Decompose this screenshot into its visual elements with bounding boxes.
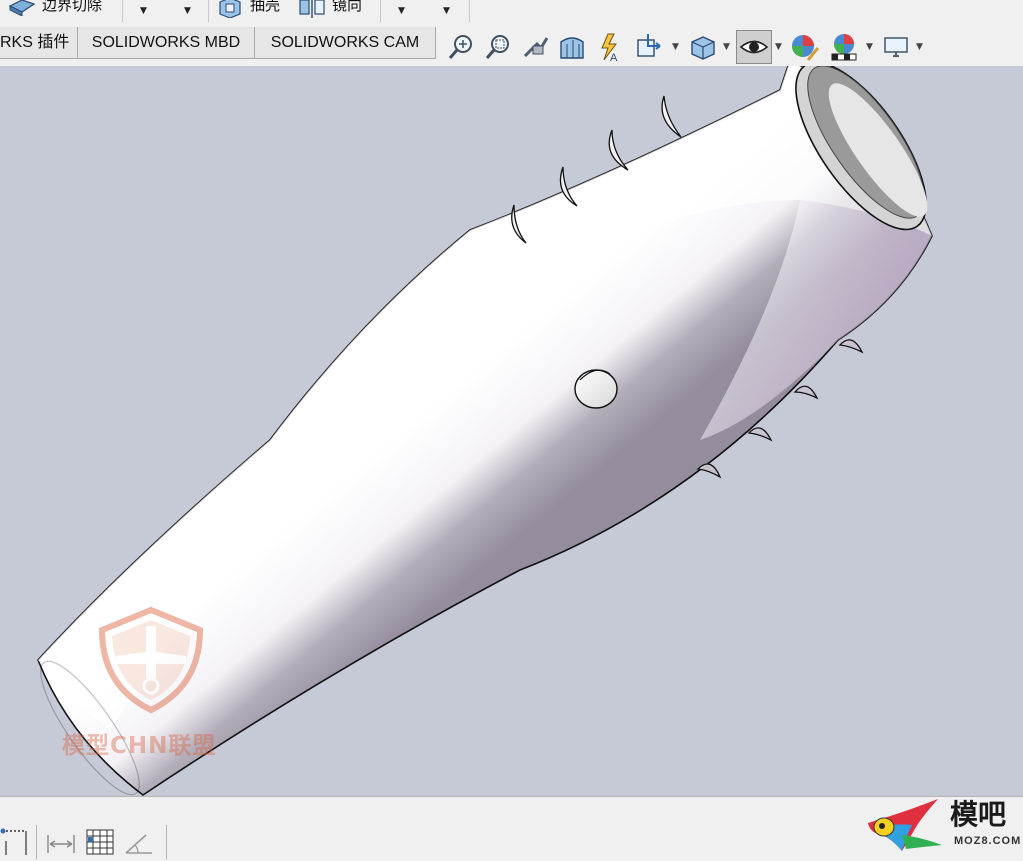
toolbar-separator xyxy=(36,825,37,859)
section-view-icon[interactable] xyxy=(557,32,587,62)
chevron-down-icon[interactable]: ▼ xyxy=(866,42,873,52)
toolbar-separator xyxy=(208,0,209,22)
dynamic-annotation-icon[interactable]: A xyxy=(594,32,624,64)
sketch-line-icon[interactable] xyxy=(0,827,30,857)
status-bar: 模吧 MOZ8.COM xyxy=(0,796,1023,861)
edit-appearance-icon[interactable] xyxy=(790,32,820,62)
toolbar-separator xyxy=(122,0,123,22)
watermark-text: 模型CHN联盟 xyxy=(62,733,217,759)
hide-show-items-icon[interactable] xyxy=(736,30,772,64)
view-orientation-icon[interactable] xyxy=(634,32,664,62)
chevron-down-icon[interactable]: ▼ xyxy=(140,6,147,16)
chevron-down-icon[interactable]: ▼ xyxy=(723,42,730,52)
logo-text: 模吧 xyxy=(950,798,1007,831)
grid-icon[interactable] xyxy=(86,829,114,855)
chevron-down-icon[interactable]: ▼ xyxy=(184,6,191,16)
angle-icon[interactable] xyxy=(124,831,154,855)
feature-toolbar-row: 边界切除 ▼ ▼ 抽壳 镜向 ▼ ▼ xyxy=(0,0,470,24)
bird-logo-icon xyxy=(868,799,942,851)
display-style-icon[interactable] xyxy=(688,32,718,62)
shell-label: 抽壳 xyxy=(250,0,281,14)
chevron-down-icon[interactable]: ▼ xyxy=(775,42,782,52)
chevron-down-icon[interactable]: ▼ xyxy=(398,6,405,16)
chevron-down-icon[interactable]: ▼ xyxy=(443,6,450,16)
watermark-shield-logo xyxy=(96,606,206,716)
smart-dimension-icon[interactable] xyxy=(46,833,76,855)
command-manager-toolbar: 边界切除 ▼ ▼ 抽壳 镜向 ▼ ▼ RKS 插件 SOLIDWORKS MBD xyxy=(0,0,1023,66)
tab-solidworks-cam[interactable]: SOLIDWORKS CAM xyxy=(255,27,436,59)
tab-solidworks-mbd[interactable]: SOLIDWORKS MBD xyxy=(78,27,255,59)
zoom-to-area-icon[interactable] xyxy=(483,32,513,62)
mirror-icon xyxy=(298,0,326,22)
svg-text:A: A xyxy=(610,52,618,62)
shell-button[interactable]: 抽壳 xyxy=(214,0,288,20)
toolbar-separator xyxy=(166,825,167,859)
boundary-cut-icon xyxy=(8,0,36,20)
tab-solidworks-addins[interactable]: RKS 插件 xyxy=(0,27,78,59)
previous-view-icon[interactable] xyxy=(521,32,551,62)
mounting-hole xyxy=(574,369,618,409)
shell-icon xyxy=(216,0,244,22)
toolbar-separator xyxy=(469,0,470,22)
site-logo: 模吧 MOZ8.COM xyxy=(862,797,1022,857)
boundary-cut-label: 边界切除 xyxy=(42,0,103,14)
logo-url: MOZ8.COM xyxy=(954,835,1022,847)
zoom-to-fit-icon[interactable] xyxy=(446,32,476,62)
boundary-cut-button[interactable]: 边界切除 xyxy=(4,0,120,20)
view-settings-icon[interactable] xyxy=(881,32,911,62)
graphics-area[interactable]: 模型CHN联盟 xyxy=(0,66,1023,796)
mirror-button[interactable]: 镜向 xyxy=(296,0,376,20)
tab-label: SOLIDWORKS CAM xyxy=(270,34,420,51)
chevron-down-icon[interactable]: ▼ xyxy=(916,42,923,52)
mirror-label: 镜向 xyxy=(332,0,363,14)
chevron-down-icon[interactable]: ▼ xyxy=(672,42,679,52)
apply-scene-icon[interactable] xyxy=(829,32,859,62)
tab-label: RKS 插件 xyxy=(0,34,70,51)
toolbar-separator xyxy=(380,0,381,22)
tab-label: SOLIDWORKS MBD xyxy=(91,34,241,51)
